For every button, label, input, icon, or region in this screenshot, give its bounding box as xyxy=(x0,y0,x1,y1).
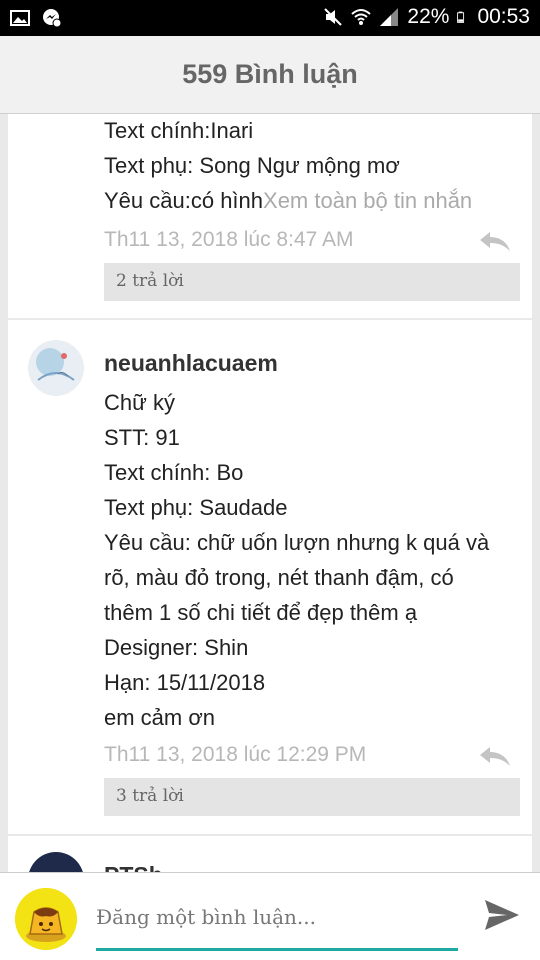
comment-author[interactable]: neuanhlacuaem xyxy=(104,350,278,377)
reply-icon[interactable] xyxy=(478,230,512,252)
comment-input[interactable] xyxy=(96,895,458,951)
clock: 00:53 xyxy=(477,5,530,28)
comment-line: em cảm ơn xyxy=(104,705,216,730)
comment-line: Designer: Shin xyxy=(104,635,249,660)
replies-button[interactable]: 3 trả lời xyxy=(104,778,520,816)
avatar[interactable] xyxy=(28,852,84,872)
messenger-icon xyxy=(43,9,62,28)
comment-line: Hạn: 15/11/2018 xyxy=(104,670,266,695)
avatar[interactable] xyxy=(28,340,84,396)
comments-feed[interactable]: Text chính:Inari Text phụ: Song Ngư mộng… xyxy=(0,114,540,872)
signal-icon xyxy=(380,8,399,26)
comment-line: rõ, màu đỏ trong, nét thanh đậm, có xyxy=(104,565,454,590)
comment-line: Yêu cầu: chữ uốn lượn nhưng k quá và xyxy=(104,530,490,555)
comment-card: Text chính:Inari Text phụ: Song Ngư mộng… xyxy=(8,114,532,318)
comment-card: PTSh... xyxy=(8,836,532,872)
battery-icon xyxy=(457,11,465,23)
comment-line: thêm 1 số chi tiết để đẹp thêm ạ xyxy=(104,600,418,625)
comment-text: Yêu cầu:có hình xyxy=(104,188,264,213)
mute-icon xyxy=(324,8,343,26)
replies-button[interactable]: 2 trả lời xyxy=(104,263,520,301)
wifi-icon xyxy=(351,9,372,25)
app-bar: 559 Bình luận xyxy=(0,36,540,114)
comment-timestamp: Th11 13, 2018 lúc 8:47 AM xyxy=(104,228,354,251)
comment-line: Text chính:Inari xyxy=(104,118,254,143)
status-bar: 22% 00:53 xyxy=(0,0,540,36)
comment-line: Text chính: Bo xyxy=(104,460,244,485)
battery-percent: 22% xyxy=(407,5,450,28)
comment-card: neuanhlacuaem Chữ ký STT: 91 Text chính:… xyxy=(8,320,532,834)
avatar-image xyxy=(28,340,84,396)
comment-line: Text phụ: Saudade xyxy=(104,495,288,520)
comment-author[interactable]: PTSh... xyxy=(104,862,182,872)
page-title: 559 Bình luận xyxy=(182,59,358,89)
comment-line: STT: 91 xyxy=(104,425,180,450)
pudding-avatar-image xyxy=(15,888,77,950)
comment-timestamp: Th11 13, 2018 lúc 12:29 PM xyxy=(104,743,367,766)
image-icon xyxy=(10,10,30,26)
send-icon[interactable] xyxy=(482,895,522,935)
reply-icon[interactable] xyxy=(478,745,512,767)
comment-line: Chữ ký xyxy=(104,390,175,415)
view-more-link[interactable]: Xem toàn bộ tin nhắn xyxy=(263,188,472,213)
comment-line: Text phụ: Song Ngư mộng mơ xyxy=(104,153,400,178)
avatar[interactable] xyxy=(15,888,77,950)
comment-composer xyxy=(0,872,540,960)
comment-line: Yêu cầu:có hìnhXem toàn bộ tin nhắn xyxy=(104,188,472,214)
